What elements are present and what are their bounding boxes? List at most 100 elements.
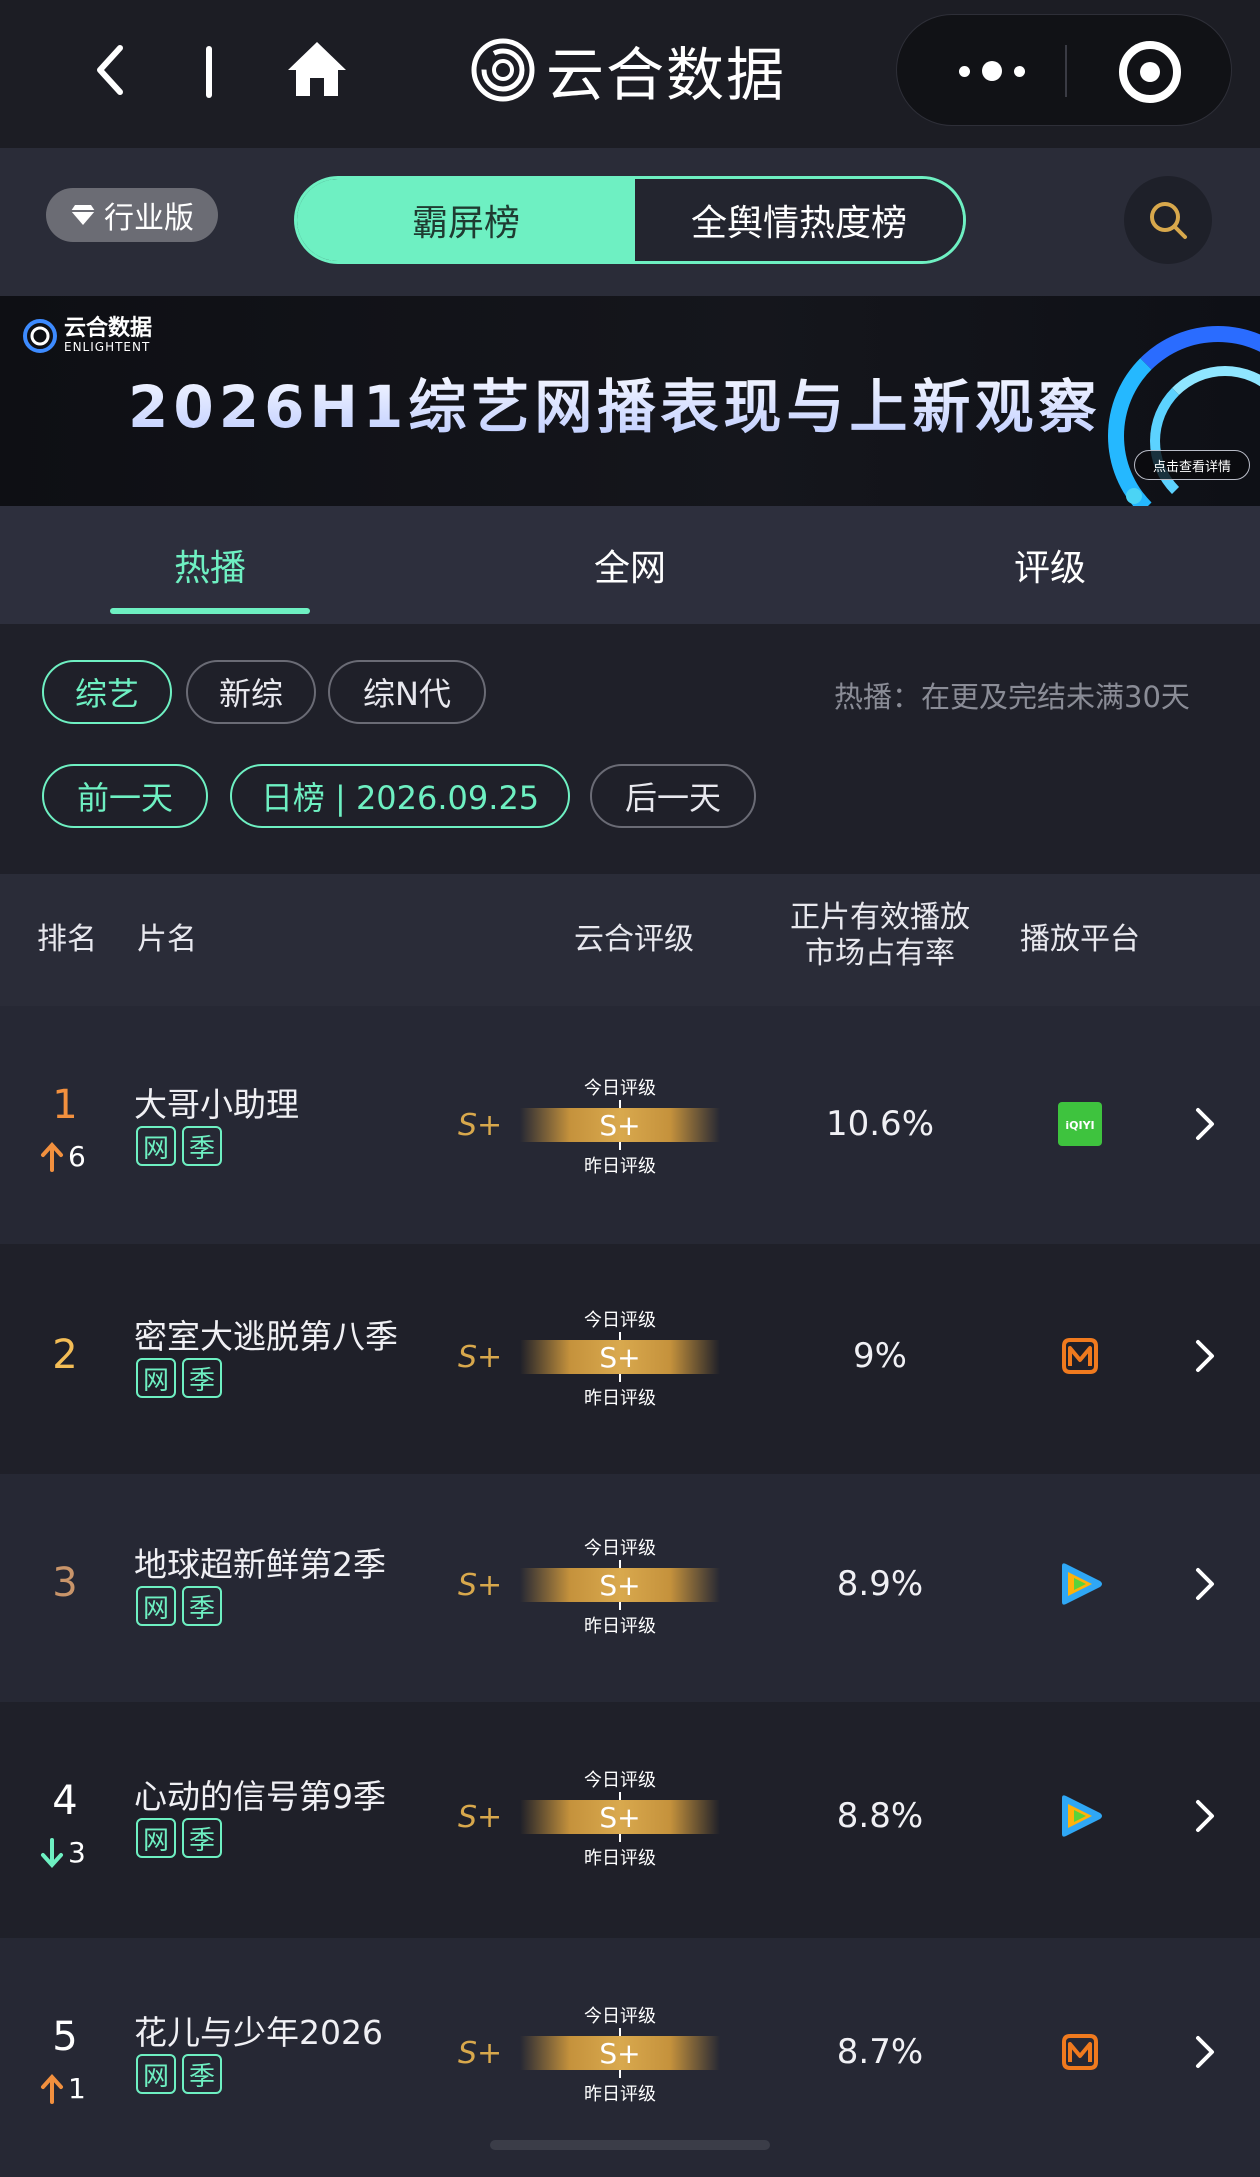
banner-logo-icon [23, 319, 57, 353]
chevron-right-icon[interactable] [1190, 1104, 1220, 1144]
mango-tv-icon[interactable] [1058, 1334, 1102, 1378]
rank-change-value: 1 [68, 2072, 86, 2105]
table-row[interactable]: 2 密室大逃脱第八季 网 季 S+ 今日评级 S+ 昨日评级 9% [0, 1244, 1260, 1474]
rating-prev: S+ [458, 1568, 503, 1603]
show-title[interactable]: 心动的信号第9季 [134, 1770, 386, 1818]
mango-tv-icon[interactable] [1058, 2030, 1102, 2074]
tag-web: 网 [136, 2054, 176, 2094]
rating-bar: 今日评级 S+ 昨日评级 [520, 1074, 720, 1177]
rating-yesterday-label: 昨日评级 [584, 1848, 656, 1869]
table-row[interactable]: 3 地球超新鲜第2季 网 季 S+ 今日评级 S+ 昨日评级 8.9% [0, 1474, 1260, 1702]
tencent-video-icon[interactable] [1058, 1562, 1102, 1606]
tab-hot[interactable]: 热播 [0, 506, 420, 624]
home-icon[interactable] [282, 34, 352, 104]
arrow-up-icon [41, 1141, 63, 1172]
rating-yesterday-label: 昨日评级 [584, 1156, 656, 1177]
chevron-right-icon[interactable] [1190, 1796, 1220, 1836]
rating-bar: 今日评级 S+ 昨日评级 [520, 2002, 720, 2105]
capsule-menu [896, 14, 1232, 126]
hot-definition-note: 热播：在更及完结未满30天 [834, 680, 1190, 714]
tab-rating[interactable]: 评级 [840, 506, 1260, 624]
back-icon[interactable] [80, 40, 140, 100]
row-rank: 3 [52, 1560, 78, 1606]
chip-variety[interactable]: 综艺 [42, 660, 172, 724]
date-selector[interactable]: 日榜 | 2026.09.25 [230, 764, 570, 828]
tab-all-network[interactable]: 全网 [420, 506, 840, 624]
brand-name: 云合数据 [546, 41, 787, 109]
rating-prev: S+ [458, 1108, 503, 1143]
table-row[interactable]: 1 6 大哥小助理 网 季 S+ 今日评级 S+ 昨日评级 10.6% iQIY… [0, 1006, 1260, 1244]
market-share: 8.7% [836, 2032, 924, 2072]
rank-change: 1 [40, 2072, 110, 2105]
header-title: 片名 [137, 922, 197, 957]
prev-day-button[interactable]: 前一天 [42, 764, 208, 828]
tag-web: 网 [136, 1126, 176, 1166]
show-title[interactable]: 地球超新鲜第2季 [134, 1538, 386, 1586]
market-share: 10.6% [825, 1104, 934, 1144]
rating-yesterday-label: 昨日评级 [584, 1616, 656, 1637]
rating-today-label: 今日评级 [584, 1538, 656, 1559]
market-share: 8.8% [836, 1796, 924, 1836]
rating-value: S+ [520, 1108, 720, 1142]
tag-season: 季 [182, 1126, 222, 1166]
rating-today-label: 今日评级 [584, 1078, 656, 1099]
rating-yesterday-label: 昨日评级 [584, 1388, 656, 1409]
brand-logo-icon [471, 38, 535, 102]
iqiyi-text: iQIYI [1065, 1119, 1094, 1132]
banner-title: 2026H1综艺网播表现与上新观察 [128, 360, 1101, 444]
rating-today-label: 今日评级 [584, 1770, 656, 1791]
market-share: 8.9% [836, 1564, 924, 1604]
chip-new-variety[interactable]: 新综 [186, 660, 316, 724]
tag-season: 季 [182, 1818, 222, 1858]
banner-logo-text: 云合数据 [64, 316, 153, 341]
brand: 云合数据 [470, 30, 786, 110]
tab-quanyuqing[interactable]: 全舆情热度榜 [635, 179, 963, 261]
row-rank: 2 [52, 1332, 78, 1378]
market-share: 9% [853, 1336, 907, 1376]
banner-logo-sub: ENLIGHTENT [64, 340, 151, 354]
show-title[interactable]: 大哥小助理 [134, 1078, 299, 1126]
promo-banner[interactable]: 云合数据 ENLIGHTENT 2026H1综艺网播表现与上新观察 点击查看详情 [0, 296, 1260, 506]
rating-value: S+ [520, 1800, 720, 1834]
row-rank: 5 [52, 2014, 78, 2060]
iqiyi-icon[interactable]: iQIYI [1058, 1102, 1102, 1146]
next-day-button[interactable]: 后一天 [590, 764, 756, 828]
mini-program-navbar: 云合数据 [0, 0, 1260, 148]
banner-detail-button[interactable]: 点击查看详情 [1134, 450, 1250, 480]
edition-label: 行业版 [104, 201, 194, 236]
tab-bapingbang[interactable]: 霸屏榜 [297, 179, 635, 261]
rating-value: S+ [520, 1340, 720, 1374]
tencent-video-icon[interactable] [1058, 1794, 1102, 1838]
tag-season: 季 [182, 2054, 222, 2094]
chevron-right-icon[interactable] [1190, 1336, 1220, 1376]
show-title[interactable]: 密室大逃脱第八季 [134, 1310, 398, 1358]
show-title[interactable]: 花儿与少年2026 [134, 2006, 383, 2054]
rank-change-value: 6 [68, 1140, 86, 1173]
more-icon[interactable] [937, 15, 1047, 127]
header-share-line1: 正片有效播放 [790, 900, 970, 935]
search-button[interactable] [1124, 176, 1212, 264]
diamond-icon [71, 205, 95, 225]
chip-sequel-variety[interactable]: 综N代 [328, 660, 486, 724]
rating-prev: S+ [458, 1800, 503, 1835]
row-rank: 1 [52, 1082, 78, 1128]
arrow-up-icon [41, 2073, 63, 2104]
banner-indicator [1126, 488, 1142, 504]
tag-web: 网 [136, 1818, 176, 1858]
home-indicator [490, 2140, 770, 2150]
chevron-right-icon[interactable] [1190, 2032, 1220, 2072]
chevron-right-icon[interactable] [1190, 1564, 1220, 1604]
close-miniprogram-icon[interactable] [1119, 41, 1181, 103]
edition-badge[interactable]: 行业版 [46, 188, 218, 242]
rating-yesterday-label: 昨日评级 [584, 2084, 656, 2105]
category-tabs: 热播 全网 评级 [0, 506, 1260, 624]
tag-web: 网 [136, 1586, 176, 1626]
header-platform: 播放平台 [1020, 922, 1140, 957]
rating-bar: 今日评级 S+ 昨日评级 [520, 1766, 720, 1869]
rating-bar: 今日评级 S+ 昨日评级 [520, 1306, 720, 1409]
arrow-down-icon [41, 1837, 63, 1868]
table-row[interactable]: 4 3 心动的信号第9季 网 季 S+ 今日评级 S+ 昨日评级 8.8% [0, 1702, 1260, 1938]
tag-season: 季 [182, 1358, 222, 1398]
table-header: 排名 片名 云合评级 正片有效播放 市场占有率 播放平台 [0, 874, 1260, 1006]
rating-value: S+ [520, 2036, 720, 2070]
